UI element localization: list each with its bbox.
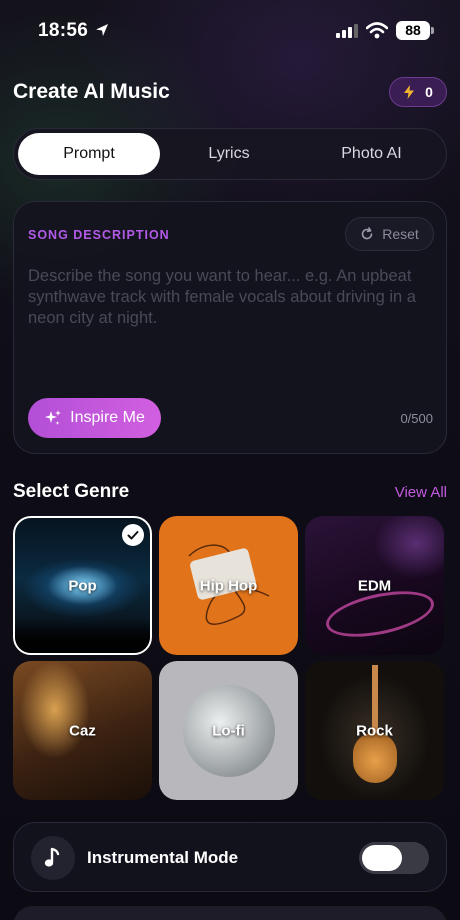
genre-tile-lo-fi[interactable]: Lo-fi [159,661,298,800]
song-description-input[interactable]: Describe the song you want to hear... e.… [28,266,438,329]
reset-icon [361,227,373,240]
genre-label-edm: EDM [357,577,392,594]
location-arrow-icon [96,24,108,36]
character-count: 0/500 [400,411,433,426]
inspire-me-label: Inspire Me [70,409,145,426]
genre-label-caz: Caz [69,722,96,739]
genre-label-rock: Rock [356,722,393,739]
song-description-label: SONG DESCRIPTION [28,228,170,242]
mode-tabs: Prompt Lyrics Photo AI [13,128,447,180]
app-screen: 18:56 88 Create AI Music 0 Prompt Lyrics… [0,0,460,920]
view-all-link[interactable]: View All [395,484,447,501]
tab-photo-ai[interactable]: Photo AI [299,133,444,175]
genre-label-lo-fi: Lo-fi [212,722,245,739]
guitar-body-image [353,733,397,783]
wifi-icon [366,22,388,39]
tab-lyrics[interactable]: Lyrics [164,133,294,175]
battery-tip [431,27,434,34]
concert-crowd-image [15,619,150,653]
reset-button[interactable]: Reset [345,217,434,251]
song-description-card: SONG DESCRIPTION Reset Describe the song… [13,201,447,454]
music-note-icon [31,836,75,880]
page-title: Create AI Music [13,80,170,103]
battery-indicator: 88 [396,21,430,40]
toggle-knob [362,845,402,871]
reset-label: Reset [382,226,419,242]
selected-check-icon [122,524,144,546]
genre-label-pop: Pop [68,577,97,594]
lightning-bolt-icon [404,85,415,99]
genre-label-hip-hop: Hip Hop [199,577,258,594]
credits-count: 0 [425,84,433,100]
tab-prompt[interactable]: Prompt [18,133,160,175]
bottom-card-peek [13,906,447,920]
instrumental-mode-card: Instrumental Mode [13,822,447,892]
credits-badge[interactable]: 0 [389,77,447,107]
signal-icon [336,24,358,38]
instrumental-mode-toggle[interactable] [359,842,429,874]
genre-tile-rock[interactable]: Rock [305,661,444,800]
status-time: 18:56 [38,20,89,41]
genre-tile-edm[interactable]: EDM [305,516,444,655]
genre-tile-pop[interactable]: Pop [13,516,152,655]
instrumental-mode-label: Instrumental Mode [87,848,239,867]
status-bar: 18:56 88 [0,18,460,46]
genre-tile-hip-hop[interactable]: Hip Hop [159,516,298,655]
inspire-me-button[interactable]: Inspire Me [28,398,161,438]
genre-tile-caz[interactable]: Caz [13,661,152,800]
sparkles-icon [45,410,62,425]
select-genre-title: Select Genre [13,481,130,502]
